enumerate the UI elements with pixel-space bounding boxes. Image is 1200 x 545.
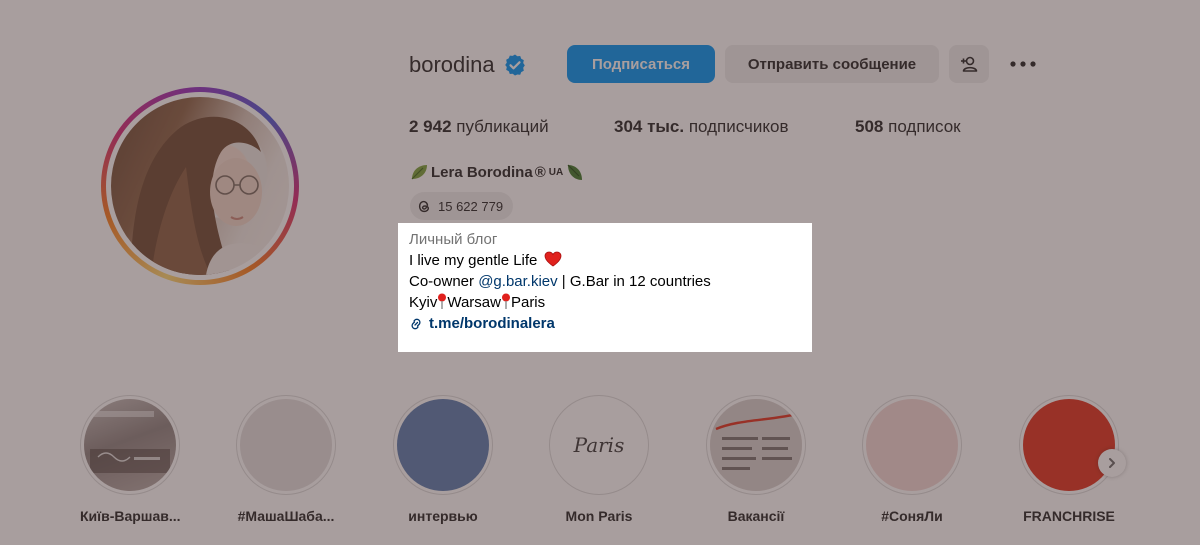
highlight-cover [84,399,176,491]
username: borodina [409,52,495,77]
full-name: Lera Borodina ® UA [409,162,585,182]
highlight-masha[interactable]: #МашаШаба... [236,395,336,524]
verified-badge-icon [504,54,525,76]
more-options-button[interactable] [1001,45,1045,83]
chevron-right-icon [1109,458,1115,468]
bio-line-1: I live my gentle Life [409,250,711,271]
highlight-cover [710,399,802,491]
highlight-kyiv-warsaw[interactable]: Київ-Варшав... [80,395,181,524]
avatar [111,97,289,275]
threads-icon [418,200,430,213]
bio-line-2: Co-owner @g.bar.kiev | G.Bar in 12 count… [409,273,711,290]
highlight-interview[interactable]: интервью [393,395,493,524]
bio-category: Личный блог [409,231,498,248]
threads-badge[interactable]: 15 622 779 [410,192,514,220]
leaf-icon [567,164,583,180]
heart-icon [544,251,561,267]
following-count[interactable]: 508 подписок [855,117,961,137]
dim-overlay-right [812,223,1200,352]
avatar-story-ring[interactable] [101,87,299,285]
highlight-cover [240,399,332,491]
link-icon [411,318,421,329]
highlight-cover: Paris [553,399,645,491]
leaf-icon [411,165,427,180]
highlight-cover [1023,399,1115,491]
highlight-cover [397,399,489,491]
highlight-cover [866,399,958,491]
highlights-next-button[interactable] [1098,449,1126,477]
username-row: borodina [409,52,527,78]
followers-count[interactable]: 304 тыс. подписчиков [614,117,789,137]
mention-link[interactable]: @g.bar.kiev [478,273,557,290]
profile-page: borodina Подписаться Отправить сообщение… [0,0,1200,545]
send-message-button[interactable]: Отправить сообщение [725,45,939,83]
threads-count: 15 622 779 [438,198,504,214]
bio: Личный блог I live my gentle Life Co-own… [409,229,711,334]
highlight-mon-paris[interactable]: Paris Mon Paris [549,395,649,524]
bio-link[interactable]: t.me/borodinalera [409,313,711,334]
highlight-cover-text: Paris [573,433,625,457]
suggested-users-button[interactable] [949,45,989,83]
pin-icon [501,293,510,309]
follow-button[interactable]: Подписаться [567,45,715,83]
posts-count: 2 942 публикаций [409,117,549,136]
highlight-vacancies[interactable]: Вакансії [706,395,806,524]
add-user-icon [961,56,978,72]
bio-line-3: Kyiv Warsaw Paris [409,293,546,311]
highlight-sonya[interactable]: #СоняЛи [862,395,962,524]
more-options-icon [1010,61,1036,67]
pin-icon [438,293,447,309]
